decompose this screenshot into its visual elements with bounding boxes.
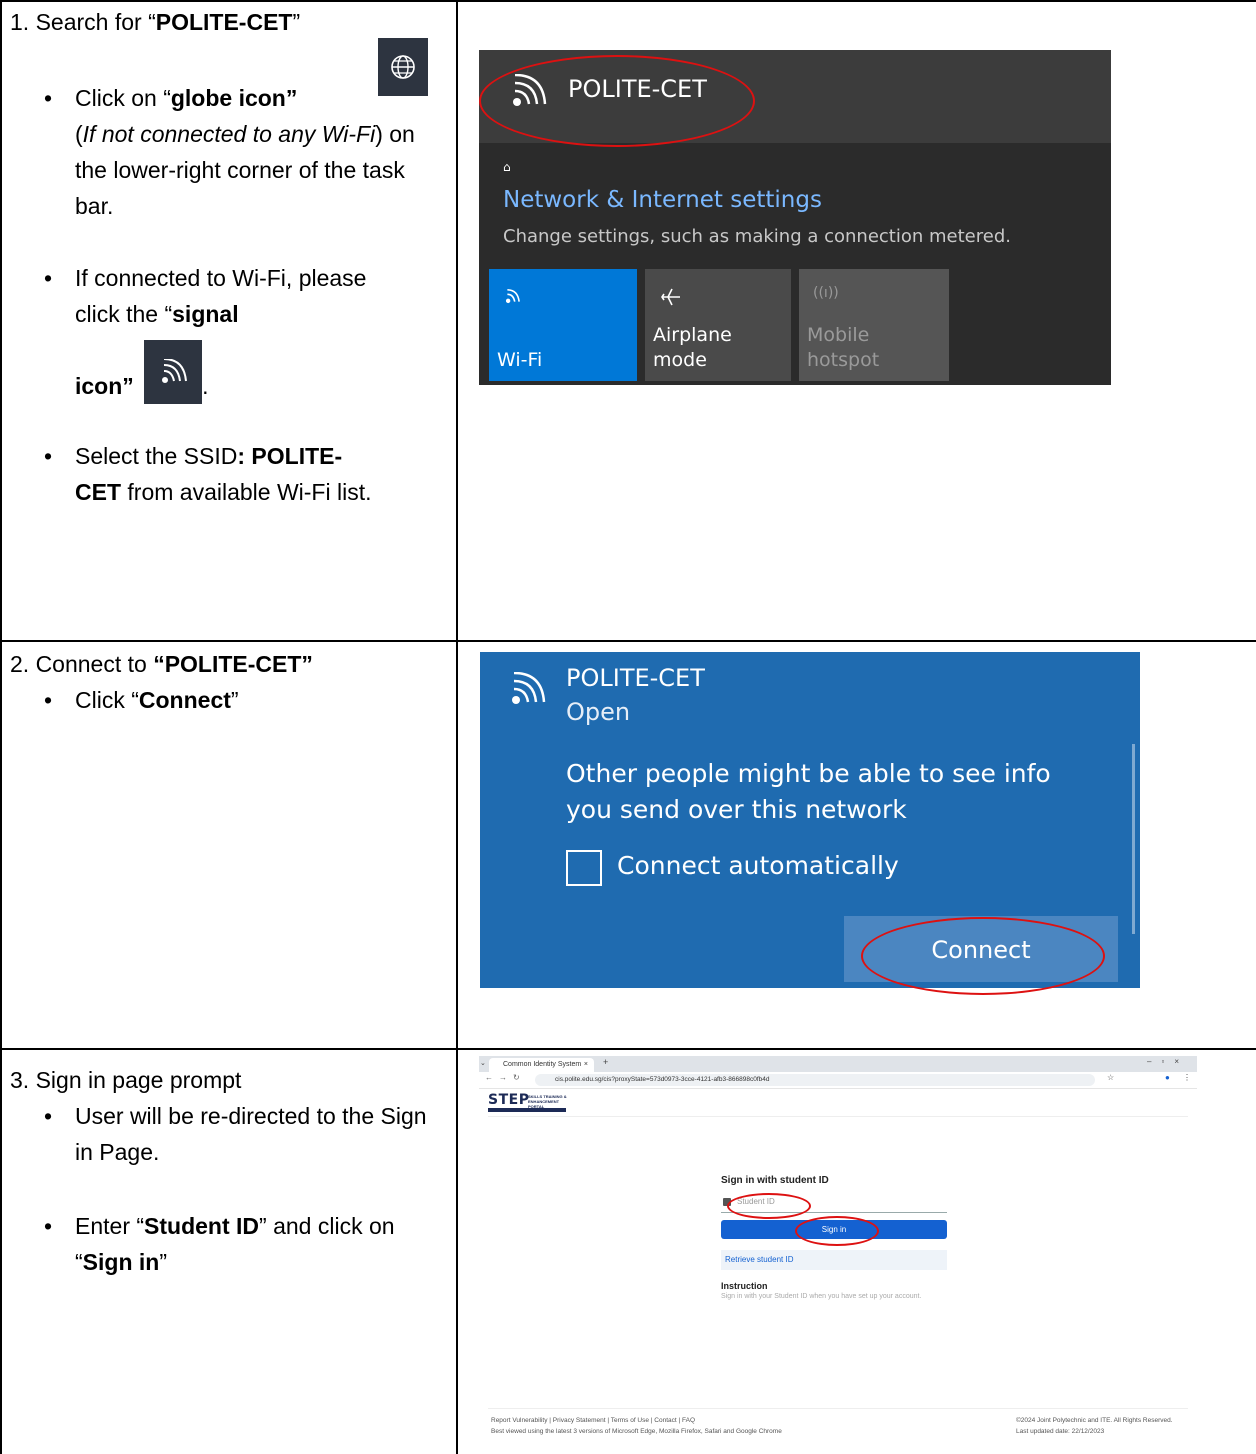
step1-text: 1. Search for “POLITE-CET” • Click on “g… [10,4,450,510]
step-logo-subtitle: SKILLS TRAINING & ENHANCEMENT PORTAL [528,1094,567,1109]
star-icon[interactable]: ☆ [1107,1073,1114,1082]
profile-icon[interactable]: ● [1165,1073,1170,1082]
instruction-text: Sign in with your Student ID when you ha… [721,1293,922,1300]
browser-tab[interactable]: Common Identity System × [489,1058,594,1072]
footer-copyright: ©2024 Joint Polytechnic and ITE. All Rig… [1016,1417,1173,1424]
step-logo: STEP [488,1092,530,1108]
row-divider-2 [0,1048,1256,1050]
network-ssid: POLITE-CET [566,664,705,692]
step1-bullet-select: • Select the SSID: POLITE-CET from avail… [44,443,372,505]
close-tab-icon[interactable]: × [584,1058,588,1072]
step3-bullet-enter: • Enter “Student ID” and click on “Sign … [44,1213,395,1275]
table-border-top [0,0,1256,2]
wifi-signal-icon [144,340,203,404]
step2-bullet-connect: • Click “Connect” [44,687,239,713]
window-controls[interactable]: –▫× [1147,1057,1189,1066]
footer-updated: Last updated date: 22/12/2023 [1016,1428,1105,1435]
lock-icon: ⌂ [503,160,511,174]
row-divider-1 [0,640,1256,642]
tab-list-icon[interactable]: ⌄ [480,1059,486,1067]
mobile-hotspot-tile[interactable]: ((ı)) Mobile hotspot [799,269,949,381]
footer-browsers: Best viewed using the latest 3 versions … [491,1428,782,1435]
connect-automatically-checkbox[interactable] [566,850,602,886]
network-settings-desc: Change settings, such as making a connec… [503,226,1011,247]
step2-heading: 2. Connect to “POLITE-CET” [10,651,313,677]
column-divider [456,0,458,1454]
table-border-left [0,0,2,1454]
wifi-tile[interactable]: Wi-Fi [489,269,637,381]
footer-links[interactable]: Report Vulnerability | Privacy Statement… [491,1416,695,1426]
hotspot-icon: ((ı)) [813,285,839,301]
step1-bullet-signal: • If connected to Wi-Fi, please click th… [10,260,385,404]
new-tab-icon[interactable]: + [603,1057,608,1067]
nav-buttons[interactable]: ←→↻ [485,1073,526,1082]
wifi-icon [505,289,520,304]
menu-icon[interactable]: ⋮ [1183,1073,1191,1082]
airplane-icon [661,288,680,306]
instruction-title: Instruction [721,1281,768,1291]
instruction-table: 1. Search for “POLITE-CET” • Click on “g… [0,0,1256,1454]
logo-bar [488,1108,566,1112]
url-field[interactable]: cis.polite.edu.sg/cis?proxyState=573d097… [535,1074,1095,1086]
signin-page-screenshot: ⌄ Common Identity System × + –▫× ←→↻ cis… [479,1056,1197,1453]
step3-heading: 3. Sign in page prompt [10,1067,242,1093]
connect-automatically-label: Connect automatically [617,851,899,880]
address-bar: ←→↻ cis.polite.edu.sg/cis?proxyState=573… [479,1072,1197,1089]
security-warning: Other people might be able to see info y… [566,759,1051,824]
wifi-connect-screenshot: POLITE-CET Open Other people might be ab… [480,652,1140,995]
highlight-circle [795,1216,879,1246]
signin-title: Sign in with student ID [721,1175,829,1186]
step2-text: 2. Connect to “POLITE-CET” • Click “Conn… [10,646,450,718]
header-divider [488,1116,1188,1117]
step1-bullet-globe: • Click on “globe icon” (If not connecte… [10,38,435,224]
airplane-mode-tile[interactable]: Airplane mode [645,269,791,381]
retrieve-student-id-link[interactable]: Retrieve student ID [721,1250,947,1270]
footer-divider [488,1408,1188,1409]
highlight-circle [861,917,1105,995]
step3-bullet-redirect: • User will be re-directed to the Sign i… [44,1103,427,1165]
network-settings-link[interactable]: Network & Internet settings [503,187,822,213]
wifi-flyout-screenshot: POLITE-CET ⌂ Network & Internet settings… [479,50,1111,385]
globe-icon [378,38,428,96]
wifi-icon [512,672,546,704]
highlight-circle [727,1193,811,1219]
browser-tab-bar: ⌄ Common Identity System × + –▫× [479,1056,1197,1072]
highlight-circle [479,55,755,147]
network-status: Open [566,698,631,726]
scrollbar[interactable] [1132,744,1135,934]
step3-text: 3. Sign in page prompt • User will be re… [10,1062,450,1280]
step1-heading: 1. Search for “POLITE-CET” [10,9,301,35]
